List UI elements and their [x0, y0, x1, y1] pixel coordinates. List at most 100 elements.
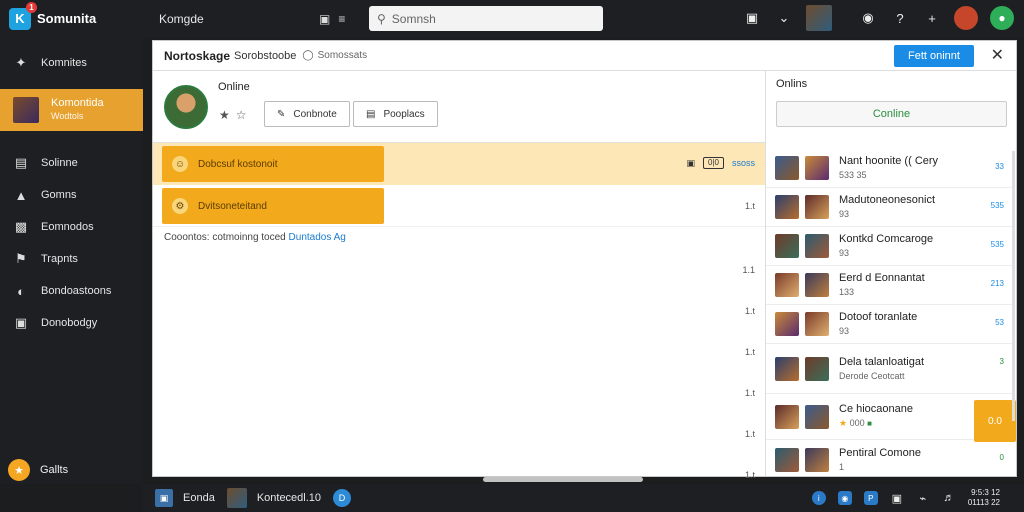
friend-status: 93 [839, 248, 850, 258]
star-icons[interactable]: ★☆ [219, 108, 253, 122]
list-icon: ▤ [14, 155, 28, 170]
friend-name: Nant hoonite (( Cery [839, 155, 939, 167]
activity-pill[interactable]: ⚙ Dvitsoneteitand [162, 188, 384, 224]
friend-badge: 213 [990, 279, 1004, 288]
friend-item[interactable]: Nant hoonite (( Cery 533 35 33 [766, 149, 1012, 188]
sidebar-item-eomnodos[interactable]: ▩ Eomnodos [0, 211, 143, 243]
sidebar-item-komontida[interactable]: Komontida Wodtols [0, 89, 143, 131]
meta-value: 1.1 [742, 265, 755, 275]
sidebar-item-trapnts[interactable]: ⚑ Trapnts [0, 243, 143, 275]
sidebar-item-komnites[interactable]: ✦ Komnites [0, 37, 143, 89]
list-icon: ▤ [366, 108, 376, 120]
plus-icon[interactable]: + [922, 8, 942, 28]
friend-status: 000 [849, 418, 865, 428]
taskbar: ▣ Eonda Kontecedl.10 D i ◉ P ▣ ⌁ ♬ 9:5:3… [143, 484, 1024, 512]
avatar [805, 447, 829, 472]
quick-action-tile[interactable]: 0.0 [974, 400, 1016, 442]
camera-icon[interactable]: ▣ [742, 8, 762, 28]
online-button[interactable]: Conline [776, 101, 1007, 127]
game-thumbnail [13, 97, 39, 123]
friend-item[interactable]: Eerd d Eonnantat 133 213 [766, 266, 1012, 305]
panel-header: Nortoskage Sorobstoobe ◯ Somossats Fett … [153, 41, 1016, 71]
app-icon: D [333, 489, 352, 507]
conbnote-button[interactable]: ✎ Conbnote [264, 101, 350, 127]
friend-item[interactable]: Dela talanloatigat Derode Ceotcatt 3 [766, 344, 1012, 394]
camera-icon[interactable]: ▣ [319, 12, 330, 26]
search-placeholder: Somnsh [391, 11, 436, 26]
friend-name: Dotoof toranlate [839, 311, 918, 323]
toggle-icon[interactable]: 0|0 [703, 157, 724, 169]
system-clock[interactable]: 9:5:3 12 01113 22 [968, 488, 1000, 508]
taskbar-label: Kontecedl.10 [256, 492, 322, 504]
sidebar-item-gomns[interactable]: ▲ Gomns [0, 179, 143, 211]
app-icon[interactable]: P [863, 491, 878, 505]
activity-row[interactable]: ⚙ Dvitsoneteitand 1.t [153, 185, 765, 227]
chevron-down-icon[interactable]: ⌄ [774, 8, 794, 28]
profile-section: Online ★☆ ✎ Conbnote ▤ Pooplacs [153, 71, 765, 143]
info-icon[interactable]: i [811, 491, 826, 505]
brand[interactable]: K1 Somunita [0, 0, 143, 37]
primary-action-button[interactable]: Fett oninnt [894, 45, 974, 67]
vertical-scrollbar[interactable] [1012, 151, 1015, 421]
speaker-icon[interactable]: ♬ [942, 491, 956, 505]
menu-icon[interactable]: ≡ [338, 12, 345, 26]
profile-status: Online [218, 81, 250, 93]
sidebar-footer[interactable]: ★ Gallts [0, 456, 68, 484]
game-thumbnail [775, 156, 799, 180]
friend-item[interactable]: Dotoof toranlate 93 53 [766, 305, 1012, 344]
taskbar-item-kontecedl[interactable]: Kontecedl.10 [226, 488, 322, 508]
meta-column: 1.1 1.t 1.t 1.t 1.t 1.t [153, 255, 765, 501]
window-title: Komgde [159, 11, 204, 26]
friend-item[interactable]: Kontkd Comcaroge 93 535 [766, 227, 1012, 266]
network-icon[interactable]: ⌁ [916, 491, 930, 505]
friends-list: Nant hoonite (( Cery 533 35 33 Madutoneo… [766, 149, 1016, 479]
taskbar-label: Eonda [183, 492, 215, 504]
app-icon[interactable]: ◉ [837, 491, 852, 505]
button-label: Conbnote [293, 108, 337, 120]
friend-item[interactable]: Pentiral Comone 1 0 [766, 440, 1012, 479]
link-line-link[interactable]: Duntados Ag [289, 232, 346, 243]
game-thumbnail[interactable] [806, 5, 832, 31]
activity-pill[interactable]: ☺ Dobcsuf kostonoit [162, 146, 384, 182]
avatar [805, 356, 829, 381]
game-thumbnail [775, 273, 799, 297]
clock-date: 01113 22 [967, 498, 1000, 507]
game-thumbnail [775, 312, 799, 336]
taskbar-item-app[interactable]: D [333, 489, 352, 507]
activity-row[interactable]: ☺ Dobcsuf kostonoit ▣ 0|0 ssoss [153, 143, 765, 185]
top-right-controls: ▣ ⌄ ◉ ? + ● [742, 5, 1014, 31]
sidebar-item-label: Solinne [41, 157, 78, 169]
avatar[interactable] [954, 6, 978, 30]
avatar[interactable] [164, 84, 208, 129]
avatar [805, 404, 829, 429]
pill-label: Dvitsoneteitand [198, 200, 267, 212]
sidebar-item-label: Gomns [41, 189, 77, 201]
sidebar-item-bondoastoons[interactable]: ◐ Bondoastoons [0, 275, 143, 307]
avatar [805, 195, 829, 219]
system-tray: i ◉ P ▣ ⌁ ♬ 9:5:3 12 01113 22 [811, 488, 1000, 508]
friend-item[interactable]: Madutoneonesonict 93 535 [766, 188, 1012, 227]
horizontal-scrollbar[interactable] [483, 477, 643, 482]
friends-icon[interactable]: ● [990, 6, 1014, 30]
meta-value: 1.t [744, 347, 755, 357]
taskbar-item-eonda[interactable]: ▣ Eonda [155, 489, 215, 507]
pooplacs-button[interactable]: ▤ Pooplacs [353, 101, 438, 127]
close-icon[interactable]: ✕ [991, 45, 1004, 65]
bell-icon[interactable]: ◉ [858, 8, 878, 28]
window-icon[interactable]: ▣ [686, 158, 695, 169]
game-thumbnail [775, 447, 799, 472]
sidebar-item-solinne[interactable]: ▤ Solinne [0, 147, 143, 179]
emoji-icon: ☺ [172, 156, 188, 172]
link-line-text: Cooontos: cotmoinng toced [164, 232, 286, 243]
window-icon[interactable]: ▣ [890, 491, 904, 505]
row-meta: 1.t [744, 201, 755, 211]
friend-name: Kontkd Comcaroge [839, 233, 934, 245]
friend-item[interactable]: Ce hiocaonane ★ 000 ■ 0.0 [766, 394, 1016, 442]
sidebar-item-label: Donobodgy [41, 317, 98, 329]
sidebar-item-donobodgy[interactable]: ▣ Donobodgy [0, 307, 143, 339]
help-icon[interactable]: ? [890, 8, 910, 28]
row-meta[interactable]: ssoss [732, 158, 755, 168]
meta-value: 1.t [744, 306, 755, 316]
avatar [805, 156, 829, 180]
search-input[interactable]: ⚲ Somnsh [369, 6, 603, 31]
